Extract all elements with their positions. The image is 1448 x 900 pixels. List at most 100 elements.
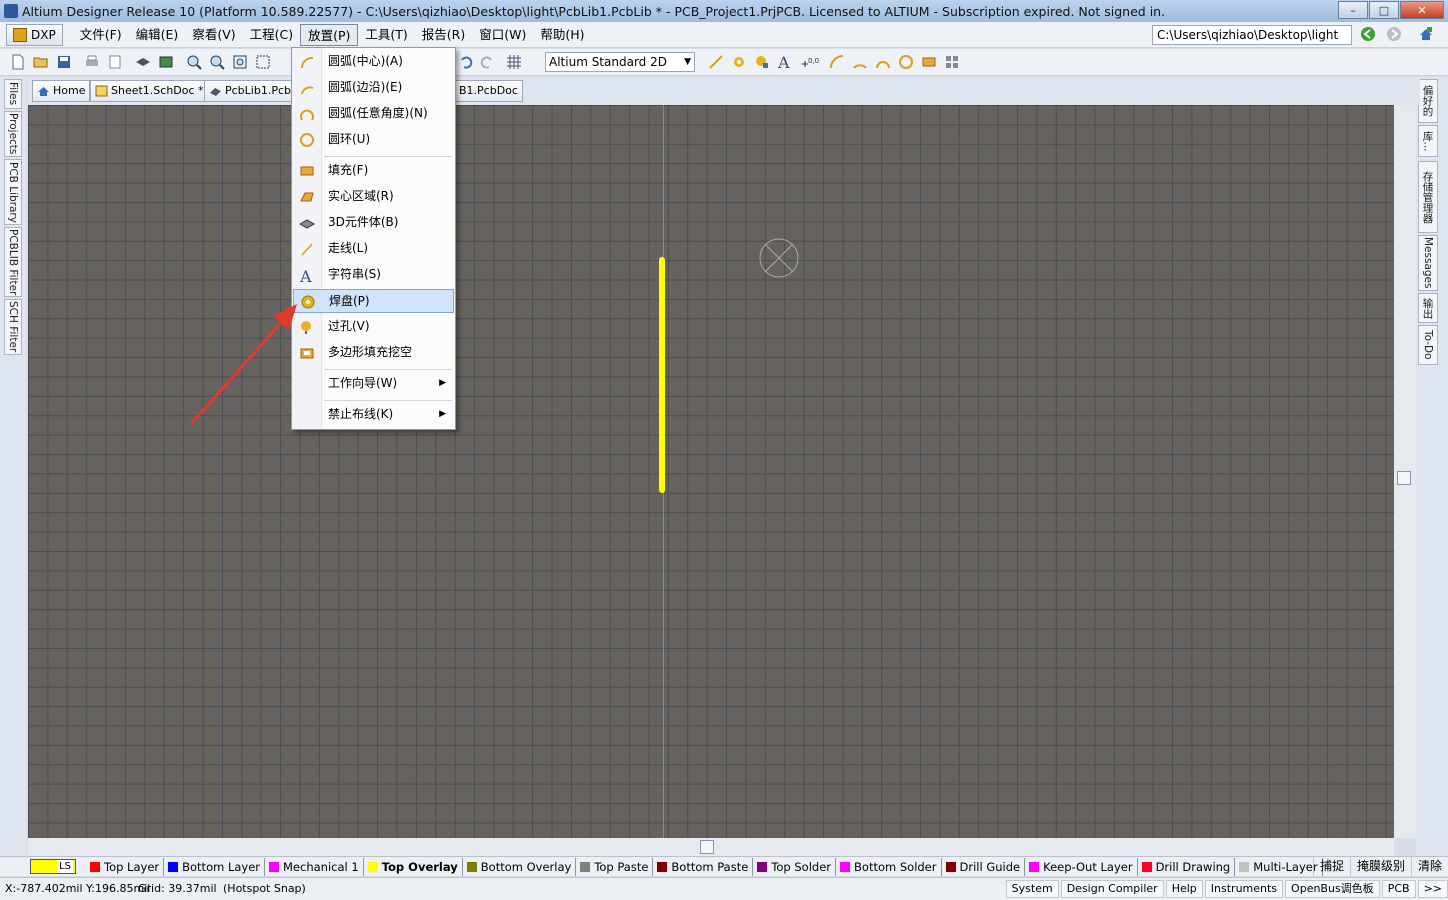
- panel-tab-pcb-library[interactable]: PCB Library: [4, 159, 22, 225]
- zoom-out-icon[interactable]: [209, 54, 225, 70]
- snap-button[interactable]: 捕捉: [1312, 857, 1350, 876]
- layers-icon[interactable]: [135, 54, 151, 70]
- design-compiler-button[interactable]: Design Compiler: [1060, 880, 1164, 898]
- layer-tab-bottom-overlay[interactable]: Bottom Overlay: [463, 857, 577, 876]
- more-button[interactable]: >>: [1417, 880, 1448, 898]
- help-button[interactable]: Help: [1165, 880, 1203, 898]
- panel-tab-messages[interactable]: Messages: [1418, 235, 1438, 291]
- panel-tab-files[interactable]: Files: [4, 79, 22, 109]
- print-preview-icon[interactable]: [107, 54, 123, 70]
- redo-icon[interactable]: [479, 54, 495, 70]
- place-string-icon[interactable]: A: [777, 54, 795, 70]
- set-origin-icon[interactable]: 0,0: [800, 54, 820, 70]
- mask-level-button[interactable]: 掩膜级别: [1349, 857, 1411, 876]
- menu-item-solid-region[interactable]: 实心区域(R): [293, 185, 454, 209]
- instruments-button[interactable]: Instruments: [1204, 880, 1284, 898]
- circle-tool-icon[interactable]: [898, 54, 914, 70]
- tab-sheet1-schdoc[interactable]: Sheet1.SchDoc *: [90, 80, 209, 102]
- menu-item-arc-center[interactable]: 圆弧(中心)(A): [293, 50, 454, 74]
- layer-tab-bottom-solder[interactable]: Bottom Solder: [836, 857, 942, 876]
- menu-item-full-circle[interactable]: 圆环(U): [293, 128, 454, 152]
- panel-tab-output[interactable]: 输出: [1418, 293, 1438, 323]
- forward-icon[interactable]: [1386, 26, 1402, 42]
- arc-any-tool-icon[interactable]: [875, 54, 891, 70]
- panel-tab-storage-manager[interactable]: 存储管理器: [1418, 161, 1438, 233]
- panel-tab-libraries[interactable]: 库...: [1418, 125, 1438, 157]
- pcb-button[interactable]: PCB: [1381, 880, 1416, 898]
- current-layer-swatch[interactable]: LS: [30, 859, 76, 874]
- tab-pcblib1[interactable]: PcbLib1.Pcbl: [204, 80, 292, 102]
- menu-item-pad[interactable]: 焊盘(P): [293, 289, 454, 313]
- panel-tab-projects[interactable]: Projects: [4, 111, 22, 157]
- layer-tab-top-paste[interactable]: Top Paste: [576, 857, 654, 876]
- zoom-fit-icon[interactable]: [232, 54, 248, 70]
- vertical-scrollbar[interactable]: [1394, 105, 1416, 838]
- panel-tab-sch-filter[interactable]: SCH Filter: [4, 299, 22, 355]
- minimize-button[interactable]: –: [1338, 1, 1368, 19]
- grid-icon[interactable]: [506, 54, 522, 70]
- layer-tab-bottom-layer[interactable]: Bottom Layer: [164, 857, 266, 876]
- array-paste-icon[interactable]: [944, 54, 960, 70]
- menu-item-fill[interactable]: 填充(F): [293, 159, 454, 183]
- clear-button[interactable]: 清除: [1410, 857, 1448, 876]
- pcb-canvas[interactable]: [28, 105, 1394, 838]
- menu-edit[interactable]: 编辑(E): [129, 24, 186, 46]
- panel-tab-todo[interactable]: To-Do: [1418, 325, 1438, 365]
- menu-place[interactable]: 放置(P): [300, 23, 359, 46]
- close-button[interactable]: ✕: [1400, 1, 1444, 19]
- menu-project[interactable]: 工程(C): [243, 24, 300, 46]
- menu-item-wizard[interactable]: 工作向导(W) ▶: [293, 372, 454, 396]
- print-icon[interactable]: [84, 54, 100, 70]
- yellow-track[interactable]: [659, 257, 665, 493]
- menu-item-via[interactable]: 过孔(V): [293, 315, 454, 339]
- place-line-icon[interactable]: [708, 54, 724, 70]
- board-icon[interactable]: [158, 54, 174, 70]
- layer-tab-bottom-paste[interactable]: Bottom Paste: [653, 857, 754, 876]
- open-folder-icon[interactable]: [33, 54, 49, 70]
- panel-tab-favorites[interactable]: 偏好的: [1418, 79, 1438, 123]
- path-combo[interactable]: C:\Users\qizhiao\Desktop\light: [1152, 25, 1352, 45]
- home-nav-icon[interactable]: [1418, 26, 1434, 42]
- menu-file[interactable]: 文件(F): [73, 24, 129, 46]
- place-pad-icon[interactable]: [731, 54, 747, 70]
- menu-tools[interactable]: 工具(T): [358, 24, 414, 46]
- save-icon[interactable]: [56, 54, 72, 70]
- menu-window[interactable]: 窗口(W): [472, 24, 533, 46]
- panel-tab-pcblib-filter[interactable]: PCBLIB Filter: [4, 227, 22, 297]
- dxp-menu-button[interactable]: DXP: [6, 23, 63, 46]
- layer-tab-top-layer[interactable]: Top Layer: [86, 857, 165, 876]
- back-icon[interactable]: [1360, 26, 1376, 42]
- tab-home[interactable]: Home: [32, 80, 91, 102]
- menu-item-arc-edge[interactable]: 圆弧(边沿)(E): [293, 76, 454, 100]
- fill-tool-icon[interactable]: [921, 54, 937, 70]
- layer-tab-top-overlay[interactable]: Top Overlay: [364, 857, 463, 876]
- arc-center-tool-icon[interactable]: [829, 54, 845, 70]
- layer-tab-top-solder[interactable]: Top Solder: [753, 857, 837, 876]
- layer-tab-keep-out[interactable]: Keep-Out Layer: [1025, 857, 1138, 876]
- menu-item-3d-body[interactable]: 3D元件体(B): [293, 211, 454, 235]
- zoom-selected-icon[interactable]: [255, 54, 271, 70]
- layer-tab-multi-layer[interactable]: Multi-Layer: [1235, 857, 1323, 876]
- menu-help[interactable]: 帮助(H): [533, 24, 591, 46]
- horizontal-scrollbar[interactable]: [28, 838, 1394, 856]
- vertical-scroll-thumb[interactable]: [1397, 471, 1411, 485]
- maximize-button[interactable]: □: [1369, 1, 1399, 19]
- layer-tab-drill-guide[interactable]: Drill Guide: [942, 857, 1026, 876]
- menu-reports[interactable]: 报告(R): [415, 24, 472, 46]
- layer-tab-drill-drawing[interactable]: Drill Drawing: [1138, 857, 1236, 876]
- menu-item-arc-any-angle[interactable]: 圆弧(任意角度)(N): [293, 102, 454, 126]
- menu-item-polygon-cutout[interactable]: 多边形填充挖空: [293, 341, 454, 365]
- layer-tab-mechanical-1[interactable]: Mechanical 1: [265, 857, 364, 876]
- undo-icon[interactable]: [458, 54, 474, 70]
- system-button[interactable]: System: [1005, 880, 1059, 898]
- openbus-palette-button[interactable]: OpenBus调色板: [1285, 880, 1380, 898]
- arc-edge-tool-icon[interactable]: [852, 54, 868, 70]
- menu-item-string[interactable]: A 字符串(S): [293, 263, 454, 287]
- menu-item-line[interactable]: 走线(L): [293, 237, 454, 261]
- zoom-in-icon[interactable]: [186, 54, 202, 70]
- menu-view[interactable]: 察看(V): [185, 24, 242, 46]
- menu-item-keepout[interactable]: 禁止布线(K) ▶: [293, 403, 454, 427]
- view-config-combo[interactable]: Altium Standard 2D ▼: [545, 52, 695, 72]
- horizontal-scroll-thumb[interactable]: [700, 840, 714, 854]
- tab-pcbdoc[interactable]: B1.PcbDoc: [454, 80, 523, 102]
